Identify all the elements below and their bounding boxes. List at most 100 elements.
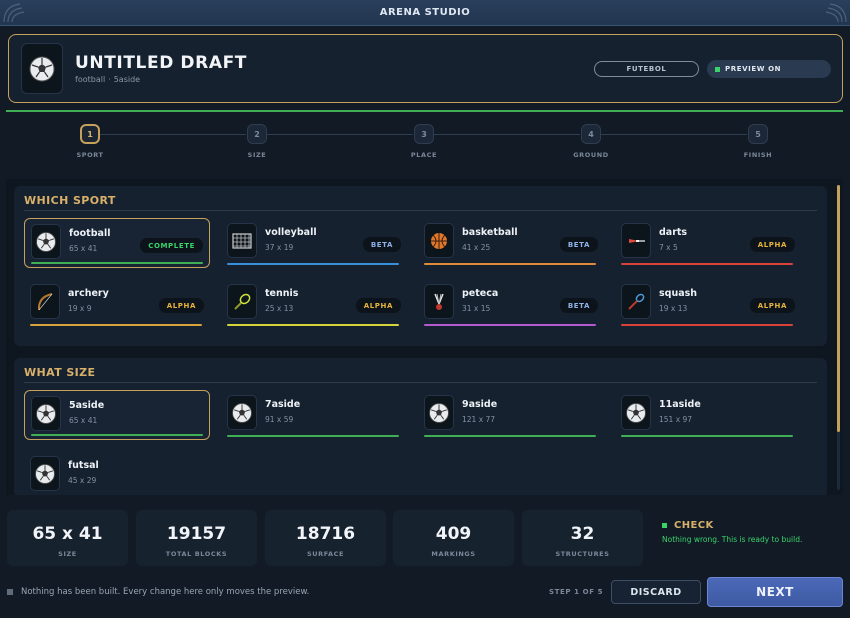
step-connector [100, 134, 246, 135]
stat-total-blocks: 19157 TOTAL BLOCKS [136, 510, 257, 566]
option-name: 7aside [265, 399, 301, 410]
step-connector [601, 134, 747, 135]
ornament-icon [825, 3, 847, 23]
content-scroll-area[interactable]: WHICH SPORT football 65 x 41 COMPLETE volle… [6, 179, 843, 495]
option-name: squash [659, 288, 698, 299]
check-panel: CHECK Nothing wrong. This is ready to bu… [662, 520, 802, 544]
tennis-racket-icon [227, 284, 257, 319]
option-card-squash[interactable]: squash 19 x 13 ALPHA [615, 279, 801, 329]
step-number: 3 [414, 124, 434, 144]
option-card-peteca[interactable]: peteca 31 x 15 BETA [418, 279, 604, 329]
step-label: FINISH [743, 151, 773, 159]
option-card-7aside[interactable]: 7aside 91 x 59 [221, 390, 407, 440]
stat-value: 32 [570, 524, 595, 544]
option-name: football [69, 228, 111, 239]
preview-toggle[interactable]: PREVIEW ON [707, 60, 831, 78]
step-number: 1 [80, 124, 100, 144]
basketball-icon [424, 223, 454, 258]
sport-tag: FUTEBOL [594, 61, 699, 77]
stat-label: TOTAL BLOCKS [165, 550, 228, 558]
option-color-bar [30, 324, 202, 326]
option-color-bar [621, 435, 793, 437]
football-icon [21, 43, 63, 94]
stat-value: 409 [435, 524, 472, 544]
option-dimensions: 121 x 77 [462, 415, 496, 424]
option-color-bar [227, 324, 399, 326]
option-card-futsal[interactable]: futsal 45 x 29 [24, 451, 210, 495]
footer: Nothing has been built. Every change her… [0, 575, 850, 618]
status-badge: BETA [559, 237, 598, 252]
step-place[interactable]: 3 PLACE [394, 124, 454, 159]
option-dimensions: 65 x 41 [69, 244, 98, 253]
footer-note: Nothing has been built. Every change her… [7, 587, 309, 597]
shuttlecock-icon [424, 284, 454, 319]
status-badge: ALPHA [355, 298, 401, 313]
football-icon [424, 395, 454, 430]
option-name: 9aside [462, 399, 498, 410]
check-message: Nothing wrong. This is ready to build. [662, 535, 803, 544]
preview-label: PREVIEW ON [725, 65, 782, 73]
stat-surface: 18716 SURFACE [265, 510, 386, 566]
stat-markings: 409 MARKINGS [393, 510, 514, 566]
status-badge: COMPLETE [140, 238, 203, 253]
option-color-bar [31, 434, 203, 436]
step-finish[interactable]: 5 FINISH [728, 124, 788, 159]
step-ground[interactable]: 4 GROUND [561, 124, 621, 159]
section-heading: WHAT SIZE [24, 366, 96, 379]
stepper: 1 SPORT 2 SIZE 3 PLACE 4 GROUND 5 FINISH [0, 118, 850, 168]
option-name: 11aside [659, 399, 701, 410]
step-label: GROUND [573, 151, 609, 159]
stat-structures: 32 STRUCTURES [522, 510, 643, 566]
option-card-11aside[interactable]: 11aside 151 x 97 [615, 390, 801, 440]
option-color-bar [227, 435, 399, 437]
option-dimensions: 41 x 25 [462, 243, 491, 252]
size-section: WHAT SIZE 5aside 65 x 41 7aside 91 x 59 9asi… [14, 358, 827, 495]
option-card-basketball[interactable]: basketball 41 x 25 BETA [418, 218, 604, 268]
footer-note-text: Nothing has been built. Every change her… [21, 587, 310, 597]
stat-label: SIZE [58, 550, 77, 558]
scrollbar-thumb[interactable] [837, 185, 840, 432]
option-card-5aside[interactable]: 5aside 65 x 41 [24, 390, 210, 440]
status-dot-icon [715, 66, 720, 72]
section-heading: WHICH SPORT [24, 194, 116, 207]
step-counter: STEP 1 OF 5 [549, 588, 604, 596]
step-label: PLACE [410, 151, 438, 159]
option-card-volleyball[interactable]: volleyball 37 x 19 BETA [221, 218, 407, 268]
step-number: 2 [247, 124, 267, 144]
status-badge: BETA [362, 237, 401, 252]
stat-value: 18716 [295, 524, 356, 544]
option-dimensions: 65 x 41 [69, 416, 98, 425]
stat-size: 65 x 41 SIZE [7, 510, 128, 566]
option-dimensions: 37 x 19 [265, 243, 294, 252]
step-connector [267, 134, 413, 135]
step-size[interactable]: 2 SIZE [227, 124, 287, 159]
info-square-icon [7, 589, 13, 595]
sport-section: WHICH SPORT football 65 x 41 COMPLETE volle… [14, 186, 827, 346]
stat-value: 19157 [166, 524, 227, 544]
option-card-tennis[interactable]: tennis 25 x 13 ALPHA [221, 279, 407, 329]
option-card-archery[interactable]: archery 19 x 9 ALPHA [24, 279, 210, 329]
option-card-football[interactable]: football 65 x 41 COMPLETE [24, 218, 210, 268]
draft-subtitle: football · 5aside [75, 75, 140, 84]
subtitle-sport: football [75, 75, 106, 84]
option-card-darts[interactable]: darts 7 x 5 ALPHA [615, 218, 801, 268]
discard-button[interactable]: DISCARD [611, 580, 701, 604]
status-badge: ALPHA [749, 298, 795, 313]
step-number: 5 [748, 124, 768, 144]
header-divider [6, 110, 843, 112]
option-name: volleyball [265, 227, 317, 238]
football-icon [621, 395, 651, 430]
step-sport[interactable]: 1 SPORT [60, 124, 120, 159]
step-number: 4 [581, 124, 601, 144]
option-dimensions: 31 x 15 [462, 304, 491, 313]
option-color-bar [227, 263, 399, 265]
page-title: UNTITLED DRAFT [75, 53, 247, 73]
football-icon [31, 396, 61, 431]
option-card-9aside[interactable]: 9aside 121 x 77 [418, 390, 604, 440]
stats-bar: 65 x 41 SIZE 19157 TOTAL BLOCKS 18716 SU… [0, 510, 850, 568]
option-dimensions: 19 x 13 [659, 304, 688, 313]
option-color-bar [31, 262, 203, 264]
option-name: archery [68, 288, 109, 299]
next-button[interactable]: NEXT [707, 577, 843, 607]
squash-racket-icon [621, 284, 651, 319]
